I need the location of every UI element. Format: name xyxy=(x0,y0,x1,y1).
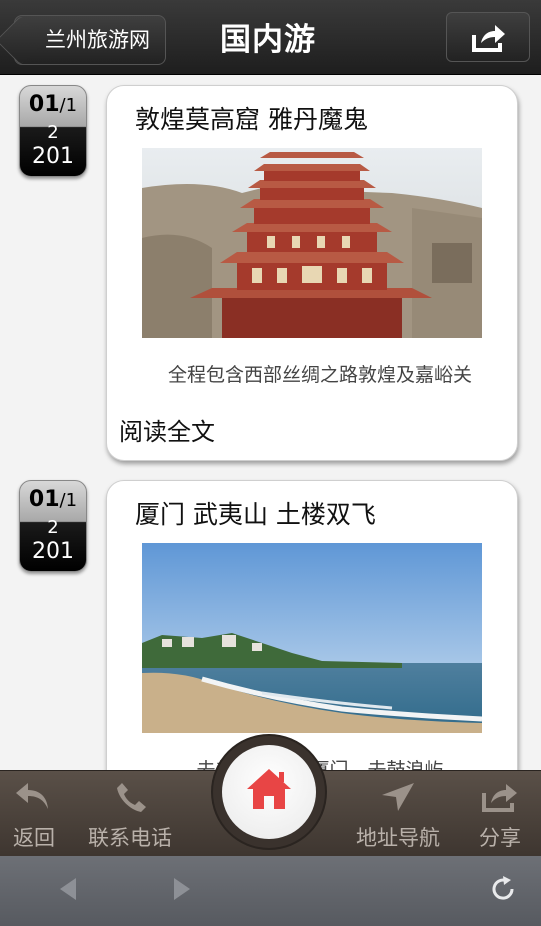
article-title[interactable]: 厦门 武夷山 土楼双飞 xyxy=(135,495,376,531)
back-tab-label: 返回 xyxy=(13,826,55,850)
date-day: 01 xyxy=(28,487,60,512)
navigate-tab-label: 地址导航 xyxy=(356,826,440,850)
article-card[interactable]: 厦门 武夷山 土楼双飞 去美丽的鹭岛厦门，去鼓浪屿 xyxy=(106,480,518,770)
navigate-tab[interactable]: 地址导航 xyxy=(356,781,440,852)
phone-icon xyxy=(117,783,146,812)
xiamen-beach-photo[interactable] xyxy=(142,543,482,733)
date-year: 201 xyxy=(32,539,74,564)
date-month: 2 xyxy=(47,122,59,143)
back-button[interactable]: 兰州旅游网 xyxy=(14,15,166,65)
share-button[interactable] xyxy=(446,12,530,62)
browser-back-icon[interactable] xyxy=(56,874,78,904)
date-badge: 01/1 2 201 xyxy=(19,85,87,177)
mogao-grottoes-photo[interactable] xyxy=(142,148,482,338)
top-header: 兰州旅游网 国内游 xyxy=(0,0,541,75)
date-day: 01 xyxy=(28,92,60,117)
contact-tab-label: 联系电话 xyxy=(88,826,172,850)
article-description: 去美丽的鹭岛厦门，去鼓浪屿 xyxy=(196,759,444,770)
back-tab[interactable]: 返回 xyxy=(13,781,55,852)
contact-tab[interactable]: 联系电话 xyxy=(88,781,172,852)
page-title: 国内游 xyxy=(220,22,316,58)
date-badge: 01/1 2 201 xyxy=(19,480,87,572)
date-year: 201 xyxy=(32,144,74,169)
return-arrow-icon xyxy=(16,783,48,809)
read-more-link[interactable]: 阅读全文 xyxy=(119,412,215,447)
date-slash: /1 xyxy=(59,490,78,511)
article-title[interactable]: 敦煌莫高窟 雅丹魔鬼 xyxy=(135,100,368,136)
share-tab-label: 分享 xyxy=(479,826,521,850)
home-button[interactable] xyxy=(222,745,316,839)
back-button-label: 兰州旅游网 xyxy=(45,28,150,52)
browser-forward-icon[interactable] xyxy=(172,874,194,904)
share-icon xyxy=(472,25,505,52)
article-card[interactable]: 敦煌莫高窟 雅丹魔鬼 全程包含西部丝绸之路敦煌及嘉峪关 阅读全文 xyxy=(106,85,518,461)
home-icon xyxy=(247,769,291,809)
date-month: 2 xyxy=(47,517,59,538)
home-button-ring xyxy=(213,736,325,848)
article-description: 全程包含西部丝绸之路敦煌及嘉峪关 xyxy=(167,364,472,386)
navigation-arrow-icon xyxy=(382,783,414,811)
date-slash: /1 xyxy=(59,95,78,116)
share-tab[interactable]: 分享 xyxy=(479,781,521,852)
article-list[interactable]: 01/1 2 201 敦煌莫高窟 雅丹魔鬼 全程包含西部丝绸之路敦煌及嘉峪关 阅… xyxy=(0,75,541,770)
share-icon xyxy=(482,784,517,812)
browser-nav-bar xyxy=(0,856,541,926)
refresh-icon[interactable] xyxy=(488,874,518,904)
